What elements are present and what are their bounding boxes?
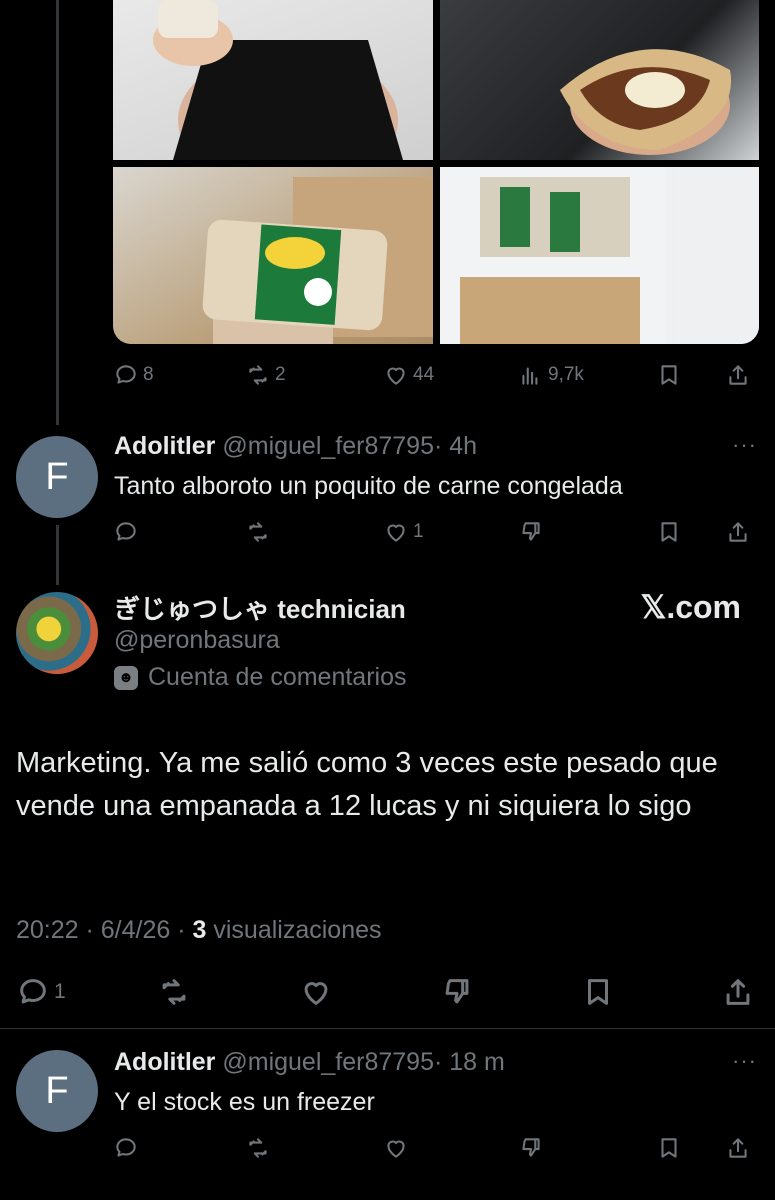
photo-hand-holding-empanada[interactable]	[440, 0, 759, 160]
like-count: 44	[413, 364, 435, 385]
reply-header: Adolitler @miguel_fer87795· 18 m	[114, 1048, 505, 1077]
views-count: 9,7k	[548, 364, 584, 385]
avatar[interactable]	[16, 592, 98, 674]
share-icon	[729, 522, 747, 542]
views-icon	[522, 367, 538, 385]
photo-freezer-stock[interactable]	[440, 167, 759, 344]
dislike-button[interactable]	[440, 975, 474, 1009]
repost-icon	[249, 1138, 267, 1158]
like-count: 1	[413, 521, 424, 542]
bookmark-button[interactable]	[656, 360, 682, 390]
user-handle[interactable]: @peronbasura	[114, 626, 280, 655]
reply-icon	[116, 1138, 136, 1157]
heart-icon	[304, 982, 328, 1005]
share-icon	[729, 365, 747, 385]
top-tweet-actions: 8 2 44 9,7k	[113, 360, 758, 390]
reply-count: 1	[54, 980, 66, 1003]
photo-packaged-empanada-box[interactable]	[113, 167, 433, 344]
reply-button[interactable]	[113, 1133, 139, 1163]
share-button[interactable]	[721, 975, 755, 1009]
more-options-icon[interactable]: ···	[732, 432, 757, 458]
photo-person-holding-food[interactable]	[113, 0, 433, 160]
reply-button[interactable]	[113, 517, 139, 547]
display-name[interactable]: Adolitler	[114, 1048, 215, 1076]
like-button[interactable]	[383, 1133, 409, 1163]
heart-icon	[387, 367, 405, 385]
thread-line	[56, 525, 59, 585]
avatar[interactable]: F	[16, 436, 98, 518]
views-button[interactable]: 9,7k	[518, 360, 584, 390]
reply-icon	[116, 522, 136, 541]
account-label-text: Cuenta de comentarios	[148, 663, 407, 691]
dislike-button[interactable]	[518, 1133, 544, 1163]
heart-icon	[387, 524, 405, 542]
thumbs-down-icon	[522, 1138, 540, 1157]
reply-icon	[116, 365, 136, 384]
reply-count: 8	[143, 364, 154, 385]
avatar-letter: F	[45, 455, 69, 498]
reply-header: Adolitler @miguel_fer87795· 4h	[114, 432, 477, 461]
repost-count: 2	[275, 364, 286, 385]
repost-button[interactable]	[245, 517, 271, 547]
reply-actions: 1	[113, 517, 758, 547]
media-grid	[113, 0, 759, 344]
post-time[interactable]: 20:22 · 6/4/26 ·	[16, 916, 186, 944]
repost-button[interactable]	[245, 1133, 271, 1163]
user-handle[interactable]: @miguel_fer87795	[222, 432, 434, 460]
user-handle[interactable]: @miguel_fer87795	[222, 1048, 434, 1076]
repost-icon	[249, 365, 267, 385]
post-time[interactable]: · 18 m	[434, 1048, 505, 1076]
repost-button[interactable]: 2	[245, 360, 286, 390]
dislike-button[interactable]	[518, 517, 544, 547]
share-button[interactable]	[725, 360, 751, 390]
like-button[interactable]	[299, 975, 333, 1009]
bookmark-button[interactable]	[656, 1133, 682, 1163]
thumbs-down-icon	[522, 522, 540, 541]
bookmark-icon	[661, 365, 677, 385]
share-icon	[726, 979, 750, 1005]
share-button[interactable]	[725, 1133, 751, 1163]
bookmark-icon	[588, 979, 608, 1005]
post-actions: 1	[16, 975, 756, 1009]
avatar[interactable]: F	[16, 1050, 98, 1132]
share-icon	[729, 1138, 747, 1158]
views-label: visualizaciones	[213, 916, 382, 944]
account-label: ☻ Cuenta de comentarios	[114, 663, 406, 692]
share-button[interactable]	[725, 517, 751, 547]
repost-icon	[162, 979, 186, 1005]
reply-button[interactable]: 1	[16, 975, 66, 1009]
bookmark-icon	[661, 1138, 677, 1158]
display-name[interactable]: Adolitler	[114, 432, 215, 460]
reply-icon	[20, 979, 46, 1004]
reply-actions	[113, 1133, 758, 1163]
post-time[interactable]: · 4h	[434, 432, 477, 460]
reply-text: Tanto alboroto un poquito de carne conge…	[114, 472, 623, 500]
heart-icon	[387, 1140, 405, 1158]
more-options-icon[interactable]: ···	[732, 1048, 757, 1074]
bookmark-icon	[661, 522, 677, 542]
repost-icon	[249, 522, 267, 542]
reply-text: Y el stock es un freezer	[114, 1088, 375, 1116]
bookmark-button[interactable]	[581, 975, 615, 1009]
divider	[0, 1028, 775, 1029]
thumbs-down-icon	[445, 979, 469, 1004]
like-button[interactable]: 44	[383, 360, 434, 390]
avatar-letter: F	[45, 1069, 69, 1112]
bookmark-button[interactable]	[656, 517, 682, 547]
post-timestamp: 20:22 · 6/4/26 · 3 visualizaciones	[16, 916, 382, 945]
repost-button[interactable]	[157, 975, 191, 1009]
display-name[interactable]: ぎじゅつしゃ technician	[114, 589, 406, 626]
mask-icon: ☻	[114, 665, 138, 690]
reply-button[interactable]: 8	[113, 360, 154, 390]
views-count: 3	[192, 916, 207, 944]
watermark: 𝕏.com	[640, 589, 741, 625]
like-button[interactable]: 1	[383, 517, 424, 547]
post-text: Marketing. Ya me salió como 3 veces este…	[16, 747, 718, 822]
thread-line	[56, 0, 59, 425]
